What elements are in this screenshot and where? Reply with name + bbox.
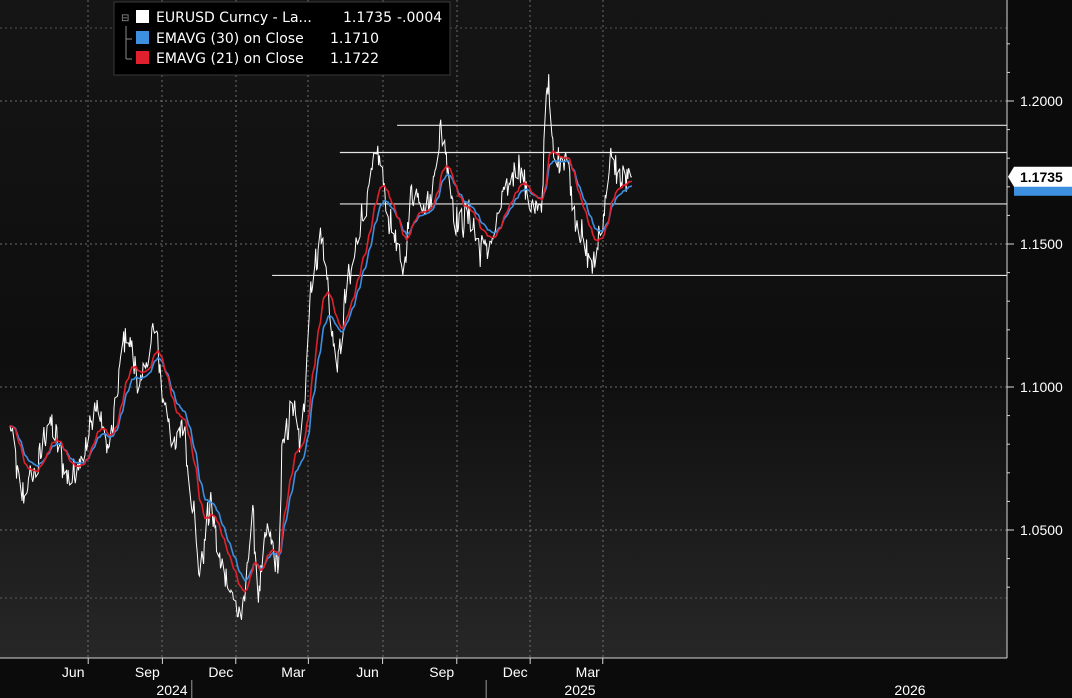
- x-tick-label-0: Jun: [62, 664, 85, 680]
- ema-price-tag: [1014, 185, 1072, 196]
- x-tick-label-4: Jun: [356, 664, 379, 680]
- y-tick-label-1: 1.1500: [1020, 236, 1063, 252]
- x-tick-label-3: Mar: [281, 664, 305, 680]
- legend-entry-ema30-last: 1.1710: [330, 31, 379, 47]
- legend-entry-ema21-name: EMAVG (21) on Close: [156, 51, 304, 67]
- legend-entry-ema21-last: 1.1722: [330, 51, 379, 67]
- x-tick-label-6: Dec: [503, 664, 528, 680]
- legend-entry-price-change: -.0004: [397, 10, 442, 26]
- y-tick-label-0: 1.2000: [1020, 93, 1063, 109]
- legend: ⊟ EURUSD Curncy - La... 1.1735 -.0004 EM…: [113, 1, 451, 76]
- y-tick-label-3: 1.0500: [1020, 522, 1063, 538]
- y-tick-label-2: 1.1000: [1020, 379, 1063, 395]
- last-price-tag: 1.1735: [1008, 166, 1072, 196]
- x-tick-label-5: Sep: [429, 664, 454, 680]
- x-tick-label-2: Dec: [208, 664, 233, 680]
- legend-swatch-price: [136, 10, 149, 23]
- legend-entry-price-name: EURUSD Curncy - La...: [156, 10, 312, 26]
- last-price-label: 1.1735: [1020, 169, 1063, 185]
- legend-entry-price-last: 1.1735: [343, 10, 392, 26]
- legend-entry-ema30-name: EMAVG (30) on Close: [156, 31, 304, 47]
- plot-area: [0, 0, 1007, 658]
- x-tick-label-7: Mar: [576, 664, 600, 680]
- x-year-label-1: 2025: [564, 682, 595, 698]
- x-year-label-0: 2024: [156, 682, 187, 698]
- collapse-icon[interactable]: ⊟: [121, 13, 129, 24]
- legend-swatch-ema21: [136, 51, 149, 64]
- legend-swatch-ema30: [136, 31, 149, 44]
- eurusd-chart: 1.2000 1.1500 1.1000 1.0500 Jun Sep Dec Mar Jun…: [0, 0, 1072, 698]
- x-tick-label-1: Sep: [135, 664, 160, 680]
- x-year-label-2: 2026: [894, 682, 925, 698]
